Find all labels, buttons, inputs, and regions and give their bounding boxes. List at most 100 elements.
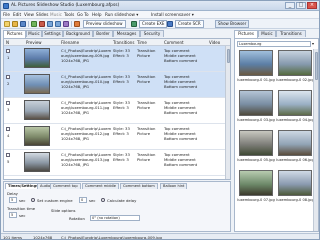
create-scr-button[interactable]: Create SCR <box>175 20 204 28</box>
tab-comment-top[interactable]: Comment top <box>50 183 81 189</box>
row-trans-effect: Effect: 3 <box>113 106 129 110</box>
scr-icon[interactable] <box>167 21 173 27</box>
browser-thumbnail-item[interactable]: luxembourg-0 07.jpg <box>237 169 275 207</box>
col-transitions[interactable]: Transitions <box>113 40 134 45</box>
browser-thumbnail-item[interactable]: luxembourg-0 08.jpg <box>276 169 313 207</box>
menu-help[interactable]: Help <box>92 12 102 17</box>
rotation-select[interactable]: 0° (no rotation) <box>90 215 140 221</box>
browser-thumbnail-image[interactable] <box>239 90 273 116</box>
tab-pictures[interactable]: Pictures <box>3 30 26 38</box>
tab-music[interactable]: Music <box>26 30 42 37</box>
menu-file[interactable]: File <box>3 12 10 17</box>
col-filename[interactable]: Filename <box>61 40 79 45</box>
save-icon[interactable] <box>20 21 26 27</box>
tab-times-settings[interactable]: Times/Settings <box>5 183 42 189</box>
grid-scroll-thumb[interactable] <box>227 49 230 63</box>
show-browser-button[interactable]: Show Browser <box>215 20 250 28</box>
slideshow-icon[interactable] <box>74 21 80 27</box>
add-pictures-icon[interactable] <box>31 21 37 27</box>
browser-thumbnail-item[interactable]: luxembourg-0 04.jpg <box>276 89 313 127</box>
time-input[interactable]: 0 <box>79 197 87 203</box>
tab-security[interactable]: Security <box>140 30 164 37</box>
move-down-icon[interactable] <box>55 21 61 27</box>
calculate-delay-radio[interactable] <box>101 198 105 202</box>
menu-view[interactable]: View <box>24 12 34 17</box>
tab-balloon-hint[interactable]: Balloon hint <box>160 183 188 189</box>
row-thumbnail[interactable] <box>24 48 50 68</box>
browser-scrollbar[interactable] <box>313 49 318 231</box>
row-checkbox[interactable] <box>6 101 10 105</box>
browser-thumbnail-item[interactable]: luxembourg-0 03.jpg <box>237 89 275 127</box>
row-checkbox[interactable] <box>6 153 10 157</box>
row-trans-effect: Effect: 3 <box>113 132 129 136</box>
minimize-button[interactable]: _ <box>285 2 295 9</box>
grid-scrollbar[interactable] <box>225 46 230 179</box>
row-thumbnail[interactable] <box>24 100 50 120</box>
exe-icon[interactable] <box>131 21 137 27</box>
tab-comment-middle[interactable]: Comment middle <box>82 183 120 189</box>
row-filename-1: C:\_Photos\Eurotrip\Luxemb <box>61 153 111 157</box>
browser-scroll-thumb[interactable] <box>315 52 318 80</box>
col-comment[interactable]: Comment <box>164 40 184 45</box>
table-row[interactable]: 1 C:\_Photos\Eurotrip\Luxemb ourg\luxembou… <box>4 46 225 72</box>
browser-thumbnail-item[interactable]: luxembourg-0 01.jpg <box>237 49 275 87</box>
create-exe-button[interactable]: Create EXE <box>139 20 168 28</box>
menu-goto[interactable]: Go To <box>77 12 89 17</box>
open-folder-icon[interactable] <box>12 21 18 27</box>
run-slideshow-menu[interactable]: Run slideshow ▾ <box>105 12 138 17</box>
tab-right-pictures[interactable]: Pictures <box>234 30 258 38</box>
close-button[interactable]: × <box>307 2 317 9</box>
preview-slideshow-button[interactable]: Preview slideshow <box>83 20 126 28</box>
col-n[interactable]: N <box>6 40 9 45</box>
row-checkbox[interactable] <box>6 49 10 53</box>
col-preview[interactable]: Preview <box>26 40 42 45</box>
browser-thumbnail-image[interactable] <box>239 170 273 196</box>
tab-right-music[interactable]: Music <box>258 30 276 37</box>
maximize-button[interactable]: □ <box>296 2 306 9</box>
row-checkbox[interactable] <box>6 127 10 131</box>
transition-time-input[interactable]: 5 <box>9 212 17 218</box>
row-file-info: 1024x768, JPG <box>61 59 89 63</box>
music-icon[interactable] <box>63 21 69 27</box>
tab-background[interactable]: Background <box>63 30 93 37</box>
delay-input[interactable]: 5 <box>9 197 17 203</box>
tab-border[interactable]: Border <box>93 30 113 37</box>
browser-thumbnail-image[interactable] <box>239 130 273 156</box>
move-up-icon[interactable] <box>47 21 53 27</box>
tab-comment-bottom[interactable]: Comment bottom <box>120 183 158 189</box>
browser-thumbnail-image[interactable] <box>278 90 312 116</box>
chevron-down-icon[interactable]: ▾ <box>312 41 317 47</box>
browser-thumbnail-image[interactable] <box>278 130 312 156</box>
browser-thumbnail-caption: luxembourg-0 03.jpg <box>237 118 275 122</box>
col-video[interactable]: Video <box>209 40 220 45</box>
custom-engine-radio[interactable] <box>31 198 35 202</box>
col-time[interactable]: Time <box>137 40 147 45</box>
table-row[interactable]: 2 C:\_Photos\Eurotrip\Luxemb ourg\luxembou… <box>4 72 225 98</box>
tab-right-transitions[interactable]: Transitions <box>276 30 306 37</box>
table-row[interactable]: 3 C:\_Photos\Eurotrip\Luxemb ourg\luxembou… <box>4 98 225 124</box>
browser-thumbnail-image[interactable] <box>239 50 273 76</box>
browser-thumbnail-item[interactable]: luxembourg-0 02.jpg <box>276 49 313 87</box>
tab-messages[interactable]: Messages <box>113 30 140 37</box>
tab-settings[interactable]: Settings <box>42 30 63 37</box>
install-screensaver-menu[interactable]: Install screensaver ▾ <box>151 12 194 17</box>
row-checkbox[interactable] <box>6 75 10 79</box>
folder-select[interactable]: Luxembourg <box>237 41 311 47</box>
menu-tools[interactable]: Tools <box>64 12 74 17</box>
menu-music[interactable]: Music <box>50 12 62 17</box>
browser-thumbnail-image[interactable] <box>278 170 312 196</box>
transition-time-unit: sec <box>19 213 26 218</box>
menu-slides[interactable]: Slides <box>36 12 48 17</box>
browser-thumbnail-image[interactable] <box>278 50 312 76</box>
menu-edit[interactable]: Edit <box>13 12 21 17</box>
browser-thumbnail-item[interactable]: luxembourg-0 06.jpg <box>276 129 313 167</box>
row-thumbnail[interactable] <box>24 126 50 146</box>
status-resolution: 1024x768 <box>33 235 53 240</box>
table-row[interactable]: 4 C:\_Photos\Eurotrip\Luxemb ourg\luxembou… <box>4 124 225 150</box>
browser-thumbnail-item[interactable]: luxembourg-0 05.jpg <box>237 129 275 167</box>
new-icon[interactable] <box>4 21 10 27</box>
delete-icon[interactable] <box>39 21 45 27</box>
table-row[interactable]: 5 C:\_Photos\Eurotrip\Luxemb ourg\luxembou… <box>4 150 225 176</box>
row-thumbnail[interactable] <box>24 74 50 94</box>
row-thumbnail[interactable] <box>24 152 50 172</box>
